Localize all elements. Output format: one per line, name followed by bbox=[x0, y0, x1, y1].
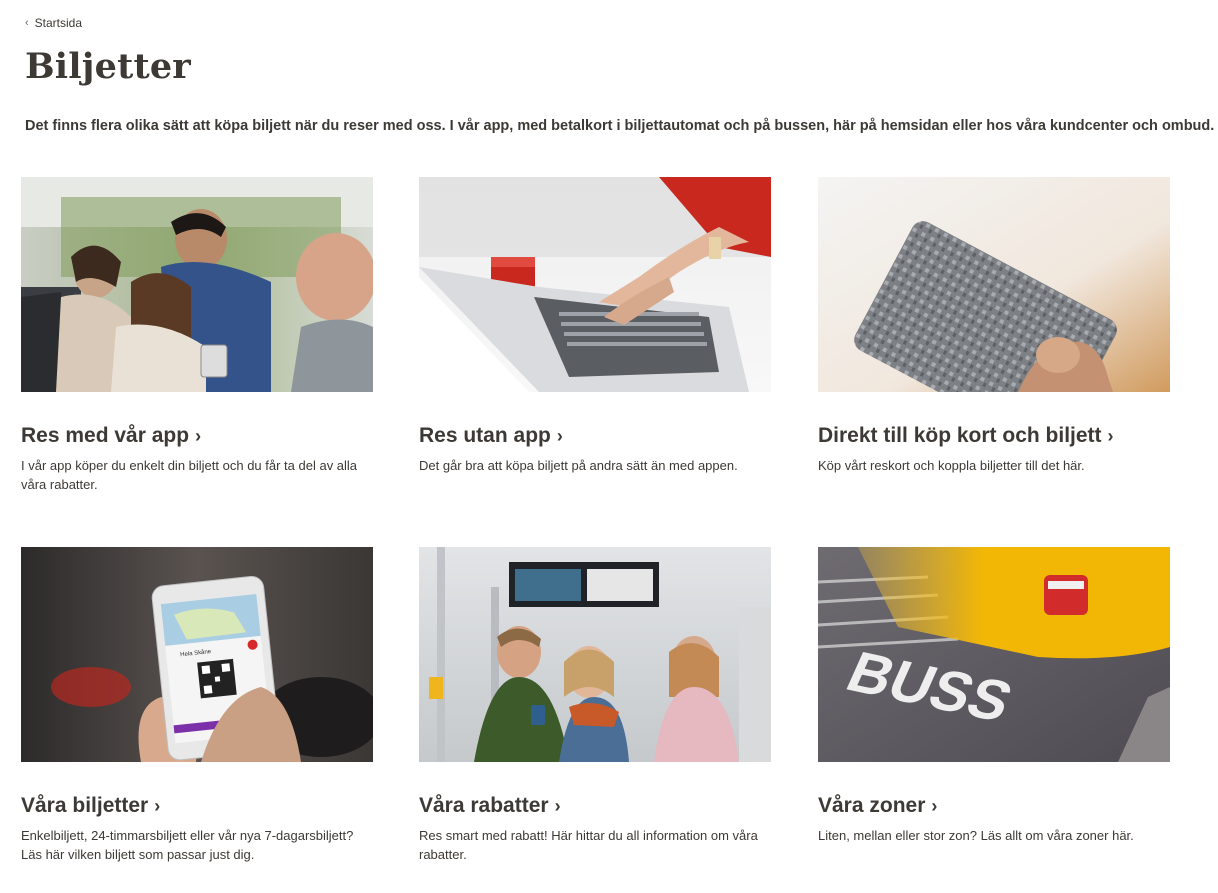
bus-lane-image: BUSS bbox=[818, 547, 1170, 762]
card-image-app-passengers[interactable] bbox=[21, 177, 373, 392]
card-vara-biljetter[interactable]: Hela Skåne Våra biljetter › Enkelbiljett… bbox=[21, 547, 373, 864]
card-image-bus-interior[interactable] bbox=[419, 547, 771, 762]
chevron-left-icon: ‹ bbox=[25, 17, 29, 29]
card-title-text: Res utan app bbox=[419, 424, 551, 447]
card-title-link[interactable]: Res utan app › bbox=[419, 424, 771, 448]
card-description: Köp vårt reskort och koppla biljetter ti… bbox=[818, 458, 1085, 473]
card-vara-rabatter[interactable]: Våra rabatter › Res smart med rabatt! Hä… bbox=[419, 547, 771, 864]
card-res-utan-app[interactable]: Res utan app › Det går bra att köpa bilj… bbox=[419, 177, 771, 476]
breadcrumb[interactable]: ‹ Startsida bbox=[25, 16, 82, 30]
card-title-link[interactable]: Våra biljetter › bbox=[21, 794, 373, 818]
page-title: Biljetter bbox=[25, 46, 191, 87]
card-title-link[interactable]: Våra rabatter › bbox=[419, 794, 771, 818]
card-image-laptop[interactable] bbox=[419, 177, 771, 392]
card-title-link[interactable]: Våra zoner › bbox=[818, 794, 1170, 818]
card-res-med-app[interactable]: Res med vår app › I vår app köper du enk… bbox=[21, 177, 373, 494]
card-description: I vår app köper du enkelt din biljett oc… bbox=[21, 458, 358, 492]
card-description: Enkelbiljett, 24-timmarsbiljett eller vå… bbox=[21, 828, 354, 862]
card-image-phone-ticket[interactable]: Hela Skåne bbox=[21, 547, 373, 762]
card-description: Det går bra att köpa biljett på andra sä… bbox=[419, 458, 738, 473]
card-title-text: Våra zoner bbox=[818, 794, 926, 817]
card-title-text: Våra rabatter bbox=[419, 794, 549, 817]
travel-card-image bbox=[818, 177, 1170, 392]
card-title-text: Direkt till köp kort och biljett bbox=[818, 424, 1102, 447]
card-image-bus-lane[interactable]: BUSS bbox=[818, 547, 1170, 762]
page-intro: Det finns flera olika sätt att köpa bilj… bbox=[25, 118, 1215, 134]
laptop-typing-image bbox=[419, 177, 771, 392]
chevron-right-icon: › bbox=[1107, 426, 1114, 446]
card-kop-kort[interactable]: Direkt till köp kort och biljett › Köp v… bbox=[818, 177, 1170, 476]
phone-ticket-image: Hela Skåne bbox=[21, 547, 373, 762]
card-title-text: Res med vår app bbox=[21, 424, 190, 447]
passengers-on-bus-image bbox=[21, 177, 373, 392]
chevron-right-icon: › bbox=[554, 796, 561, 816]
card-image-travel-card[interactable] bbox=[818, 177, 1170, 392]
card-title-link[interactable]: Direkt till köp kort och biljett › bbox=[818, 424, 1170, 448]
chevron-right-icon: › bbox=[556, 426, 563, 446]
card-title-text: Våra biljetter bbox=[21, 794, 149, 817]
chevron-right-icon: › bbox=[931, 796, 938, 816]
bus-interior-image bbox=[419, 547, 771, 762]
card-vara-zoner[interactable]: BUSS Våra zoner › Liten, mellan eller st… bbox=[818, 547, 1170, 846]
card-title-link[interactable]: Res med vår app › bbox=[21, 424, 373, 448]
breadcrumb-home-link[interactable]: Startsida bbox=[35, 16, 82, 30]
chevron-right-icon: › bbox=[154, 796, 161, 816]
card-description: Liten, mellan eller stor zon? Läs allt o… bbox=[818, 828, 1134, 843]
card-description: Res smart med rabatt! Här hittar du all … bbox=[419, 828, 758, 862]
chevron-right-icon: › bbox=[195, 426, 202, 446]
